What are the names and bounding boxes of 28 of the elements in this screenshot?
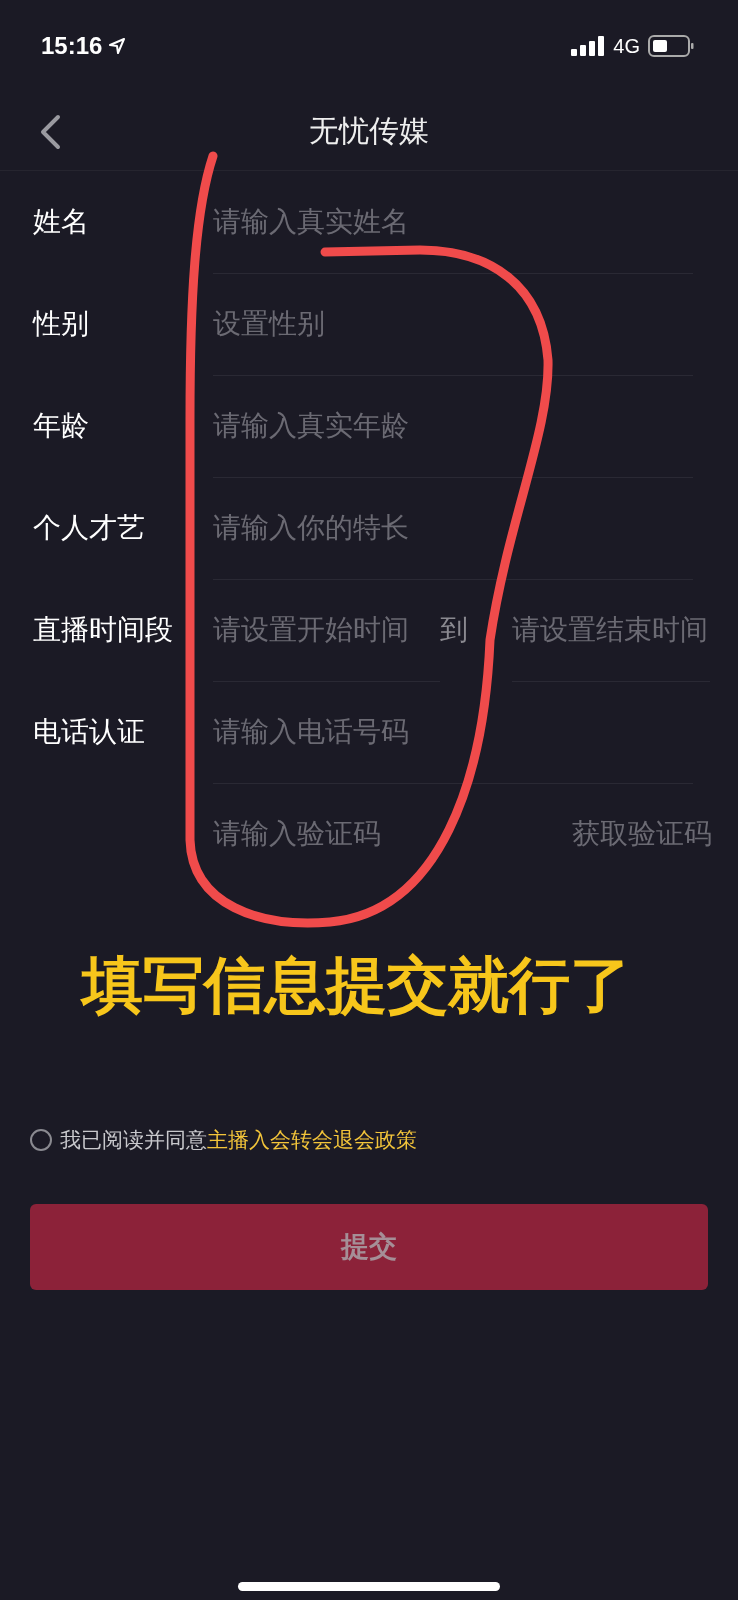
code-field[interactable]: 请输入验证码 [213, 818, 443, 850]
signal-icon [571, 36, 606, 56]
input-field[interactable]: 请输入电话号码 [213, 715, 443, 748]
network-type: 4G [613, 34, 640, 58]
input-field[interactable]: 请输入真实年龄 [213, 409, 443, 442]
field-label: 年龄 [33, 409, 89, 442]
page-title: 无忧传媒 [309, 111, 429, 150]
field-label: 姓名 [33, 205, 89, 238]
field-label: 个人才艺 [33, 511, 145, 544]
input-field[interactable]: 请输入真实姓名 [213, 205, 443, 238]
input-field[interactable]: 设置性别 [213, 307, 443, 340]
battery-icon [648, 35, 694, 57]
clock-time: 15:16 [41, 32, 103, 60]
agree-radio[interactable] [30, 1129, 52, 1151]
get-code-link[interactable]: 获取验证码 [572, 815, 712, 853]
field-label: 电话认证 [33, 715, 145, 748]
start-time-field[interactable]: 请设置开始时间 [213, 613, 423, 646]
field-label: 性别 [33, 307, 89, 340]
range-separator: 到 [440, 612, 468, 648]
end-time-field[interactable]: 请设置结束时间 [512, 613, 710, 646]
input-field[interactable]: 请输入你的特长 [213, 511, 443, 544]
agreement-text: 我已阅读并同意主播入会转会退会政策 [60, 1127, 417, 1154]
back-icon[interactable] [38, 114, 62, 150]
location-arrow-icon [108, 37, 127, 55]
field-label: 直播时间段 [33, 613, 173, 646]
submit-button[interactable]: 提交 [30, 1204, 708, 1290]
annotation-text: 填写信息提交就行了 [82, 949, 631, 1020]
policy-link[interactable]: 主播入会转会退会政策 [207, 1128, 417, 1152]
